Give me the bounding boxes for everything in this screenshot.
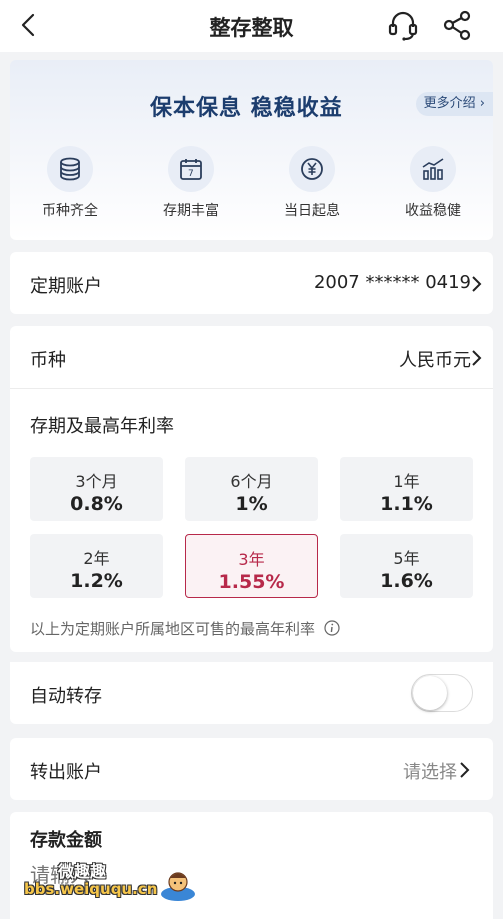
rate-option-2y[interactable]: 2年 1.2% xyxy=(30,534,163,598)
calendar-icon: 7 xyxy=(168,146,214,192)
page-title: 整存整取 xyxy=(209,16,294,40)
divider xyxy=(10,388,493,389)
customer-service-icon[interactable] xyxy=(386,8,420,42)
rate-term: 3年 xyxy=(238,550,265,569)
rate-value: 1.2% xyxy=(70,570,123,592)
rate-term: 6个月 xyxy=(230,472,273,491)
transfer-out-row[interactable]: 转出账户 请选择 xyxy=(10,738,493,800)
fixed-account-label: 定期账户 xyxy=(30,276,102,297)
rate-option-3m[interactable]: 3个月 0.8% xyxy=(30,457,163,521)
rate-option-6m[interactable]: 6个月 1% xyxy=(185,457,318,521)
banner-slogan: 保本保息 稳稳收益 xyxy=(150,96,343,121)
auto-renew-row: 自动转存 xyxy=(10,662,493,724)
rates-heading: 存期及最高年利率 xyxy=(30,416,174,437)
currency-value: 人民币元 xyxy=(399,350,471,371)
feature-stable-returns: 收益稳健 xyxy=(383,146,483,220)
top-bar: 整存整取 xyxy=(0,0,503,52)
rate-term: 1年 xyxy=(393,472,420,491)
growth-chart-icon xyxy=(410,146,456,192)
feature-label: 当日起息 xyxy=(284,203,340,219)
auto-renew-label: 自动转存 xyxy=(30,686,102,707)
transfer-out-label: 转出账户 xyxy=(30,762,102,783)
transfer-out-placeholder: 请选择 xyxy=(403,762,457,783)
rate-note: 以上为定期账户所属地区可售的最高年利率 xyxy=(30,618,340,639)
feature-label: 币种齐全 xyxy=(42,203,98,219)
watermark-mascot-icon xyxy=(161,872,195,901)
chevron-right-icon xyxy=(472,276,482,292)
feature-currency: 币种齐全 xyxy=(20,146,120,220)
fixed-account-row[interactable]: 定期账户 2007 ****** 0419 xyxy=(10,252,493,314)
rate-value: 0.8% xyxy=(70,493,123,515)
more-info-button[interactable]: 更多介绍 › xyxy=(415,92,493,116)
rate-term: 5年 xyxy=(393,549,420,568)
feature-terms: 7 存期丰富 xyxy=(141,146,241,220)
feature-label: 存期丰富 xyxy=(163,203,219,219)
share-icon[interactable] xyxy=(440,8,474,42)
svg-text:7: 7 xyxy=(188,169,194,179)
currency-row[interactable]: 币种 人民币元 xyxy=(10,326,493,388)
rate-value: 1.55% xyxy=(218,571,285,593)
rate-value: 1.1% xyxy=(380,493,433,515)
yen-circle-icon xyxy=(289,146,335,192)
info-icon[interactable] xyxy=(324,620,340,636)
currency-rate-section: 币种 人民币元 存期及最高年利率 3个月 0.8% 6个月 1% 1年 1.1%… xyxy=(10,326,493,652)
currency-label: 币种 xyxy=(30,350,66,371)
auto-renew-toggle[interactable] xyxy=(411,674,473,712)
watermark: 微趣趣 bbs.weiququ.cn xyxy=(24,858,204,910)
fixed-account-number: 2007 ****** 0419 xyxy=(313,272,471,293)
rate-option-1y[interactable]: 1年 1.1% xyxy=(340,457,473,521)
chevron-right-icon xyxy=(472,350,482,366)
chevron-right-icon xyxy=(460,762,470,778)
coins-stack-icon xyxy=(47,146,93,192)
rate-term: 2年 xyxy=(83,549,110,568)
watermark-url: bbs.weiququ.cn xyxy=(24,880,158,898)
feature-label: 收益稳健 xyxy=(405,203,461,219)
product-banner: 保本保息 稳稳收益 更多介绍 › 币种齐全 7 存期丰富 当日起息 收益稳健 xyxy=(10,60,493,240)
rate-value: 1% xyxy=(235,493,268,515)
watermark-title: 微趣趣 xyxy=(58,862,107,881)
rate-value: 1.6% xyxy=(380,570,433,592)
rate-note-text: 以上为定期账户所属地区可售的最高年利率 xyxy=(30,620,316,638)
rate-option-5y[interactable]: 5年 1.6% xyxy=(340,534,473,598)
rate-option-3y-selected[interactable]: 3年 1.55% xyxy=(185,534,318,598)
deposit-amount-label: 存款金额 xyxy=(30,830,102,851)
rate-term: 3个月 xyxy=(75,472,118,491)
feature-same-day-interest: 当日起息 xyxy=(262,146,362,220)
toggle-knob xyxy=(413,676,447,710)
